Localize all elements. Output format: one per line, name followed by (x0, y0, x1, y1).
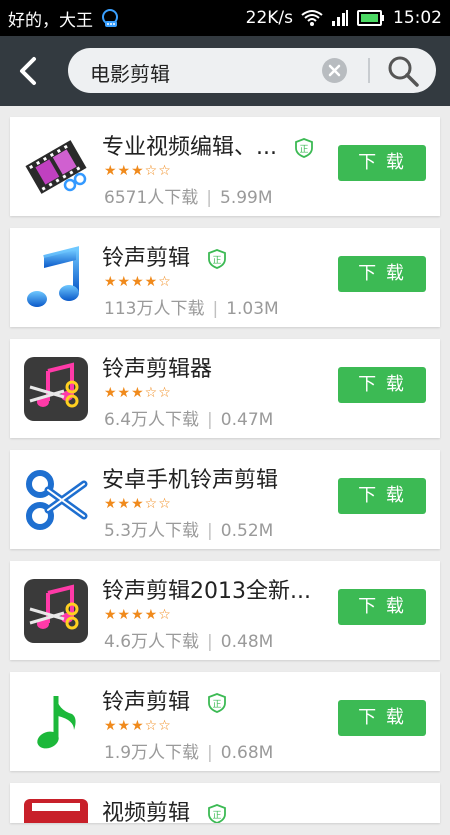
file-size: 0.68M (220, 743, 274, 763)
meta-separator: | (207, 410, 213, 430)
app-name: 铃声剪辑 (102, 690, 191, 715)
download-count: 1.9万人下载 (104, 743, 200, 763)
app-name: 铃声剪辑 (102, 246, 191, 271)
battery-icon (357, 10, 385, 26)
download-button[interactable]: 下 载 (338, 478, 426, 514)
svg-text:正: 正 (213, 700, 222, 710)
notification-text: 好的，大王 (8, 10, 93, 31)
video-icon (24, 799, 88, 823)
back-button[interactable] (14, 56, 42, 86)
verified-badge-icon: 正 (207, 693, 227, 713)
download-button[interactable]: 下 载 (338, 145, 426, 181)
list-item[interactable]: 安卓手机铃声剪辑 ★★★☆☆ 5.3万人下载 | 0.52M 下 载 (10, 450, 440, 549)
file-size: 0.48M (220, 632, 274, 652)
status-bar: 好的，大王 22K/s 15:02 (0, 0, 450, 36)
note-scissors-icon (24, 579, 88, 643)
rating-stars: ★★★☆☆ (104, 718, 172, 734)
list-item[interactable]: 铃声剪辑 正 ★★★☆☆ 1.9万人下载 | 0.68M 下 载 (10, 672, 440, 771)
search-button[interactable] (386, 54, 420, 88)
meta-separator: | (207, 521, 213, 541)
list-item[interactable]: 专业视频编辑、... 正 ★★★☆☆ 6571人下载 | 5.99M 下 载 (10, 117, 440, 216)
rating-stars: ★★★☆☆ (104, 163, 172, 179)
clock: 15:02 (393, 8, 442, 28)
rating-stars: ★★★★☆ (104, 607, 172, 623)
rating-stars: ★★★☆☆ (104, 496, 172, 512)
app-name: 安卓手机铃声剪辑 (102, 468, 279, 493)
search-header: 电影剪辑 (0, 36, 450, 106)
music-note-green-icon (24, 690, 88, 754)
meta-separator: | (207, 743, 213, 763)
blue-scissors-icon (24, 468, 88, 532)
svg-text:正: 正 (299, 145, 308, 155)
app-name: 铃声剪辑器 (102, 357, 213, 382)
signal-icon (331, 9, 349, 27)
verified-badge-icon: 正 (207, 804, 227, 823)
wifi-icon (301, 9, 323, 27)
chat-notification-icon (99, 7, 121, 29)
download-button[interactable]: 下 载 (338, 256, 426, 292)
meta-separator: | (207, 632, 213, 652)
download-button[interactable]: 下 载 (338, 589, 426, 625)
search-icon (388, 56, 419, 87)
svg-text:正: 正 (213, 256, 222, 266)
file-size: 1.03M (226, 299, 279, 319)
svg-text:正: 正 (213, 811, 222, 821)
app-name: 铃声剪辑2013全新... (102, 579, 311, 604)
verified-badge-icon: 正 (207, 249, 227, 269)
search-input[interactable]: 电影剪辑 (68, 48, 436, 93)
chevron-left-icon (20, 57, 36, 85)
list-item[interactable]: 铃声剪辑器 ★★★☆☆ 6.4万人下载 | 0.47M 下 载 (10, 339, 440, 438)
network-speed: 22K/s (245, 8, 293, 28)
list-item[interactable]: 视频剪辑 正 (10, 783, 440, 823)
list-item[interactable]: 铃声剪辑2013全新... ★★★★☆ 4.6万人下载 | 0.48M 下 载 (10, 561, 440, 660)
download-count: 5.3万人下载 (104, 521, 200, 541)
music-note-blue-icon (24, 246, 88, 310)
search-divider (368, 58, 370, 83)
rating-stars: ★★★★☆ (104, 274, 172, 290)
app-list: 专业视频编辑、... 正 ★★★☆☆ 6571人下载 | 5.99M 下 载 铃声剪… (10, 117, 440, 835)
meta-separator: | (206, 188, 212, 208)
file-size: 0.52M (220, 521, 274, 541)
download-button[interactable]: 下 载 (338, 700, 426, 736)
download-count: 6.4万人下载 (104, 410, 200, 430)
clear-button[interactable] (322, 58, 347, 83)
note-scissors-icon (24, 357, 88, 421)
search-query: 电影剪辑 (90, 62, 170, 86)
download-count: 113万人下载 (104, 299, 205, 319)
app-name: 视频剪辑 (102, 801, 191, 823)
film-scissors-icon (24, 135, 88, 199)
file-size: 0.47M (220, 410, 274, 430)
verified-badge-icon: 正 (294, 138, 314, 158)
download-count: 6571人下载 (104, 188, 199, 208)
file-size: 5.99M (220, 188, 273, 208)
close-icon (328, 64, 341, 77)
app-name: 专业视频编辑、... (102, 135, 277, 160)
list-item[interactable]: 铃声剪辑 正 ★★★★☆ 113万人下载 | 1.03M 下 载 (10, 228, 440, 327)
meta-separator: | (212, 299, 219, 319)
rating-stars: ★★★☆☆ (104, 385, 172, 401)
download-count: 4.6万人下载 (104, 632, 200, 652)
download-button[interactable]: 下 载 (338, 367, 426, 403)
